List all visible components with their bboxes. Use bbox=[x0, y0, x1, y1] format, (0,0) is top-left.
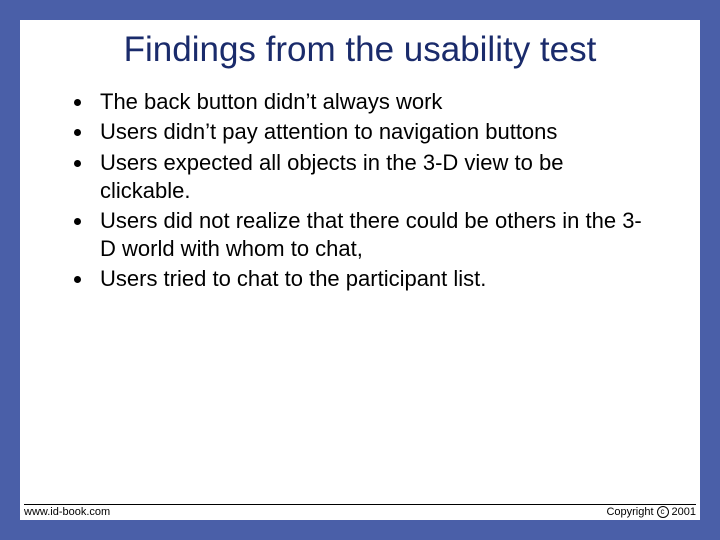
slide-content: Findings from the usability test The bac… bbox=[20, 20, 700, 490]
list-item: Users didn’t pay attention to navigation… bbox=[94, 118, 652, 146]
copyright-icon: c bbox=[657, 506, 669, 518]
list-item: The back button didn’t always work bbox=[94, 88, 652, 116]
list-item: Users expected all objects in the 3-D vi… bbox=[94, 149, 652, 205]
bullet-list: The back button didn’t always work Users… bbox=[68, 88, 652, 293]
footer-site: www.id-book.com bbox=[24, 506, 110, 518]
list-item: Users tried to chat to the participant l… bbox=[94, 265, 652, 293]
list-item: Users did not realize that there could b… bbox=[94, 207, 652, 263]
copyright-year: 2001 bbox=[672, 506, 696, 518]
slide-frame: Findings from the usability test The bac… bbox=[0, 0, 720, 540]
slide-footer: www.id-book.com Copyright c 2001 bbox=[24, 504, 696, 518]
footer-copyright: Copyright c 2001 bbox=[606, 506, 696, 518]
copyright-label: Copyright bbox=[606, 506, 653, 518]
slide-title: Findings from the usability test bbox=[68, 30, 652, 70]
